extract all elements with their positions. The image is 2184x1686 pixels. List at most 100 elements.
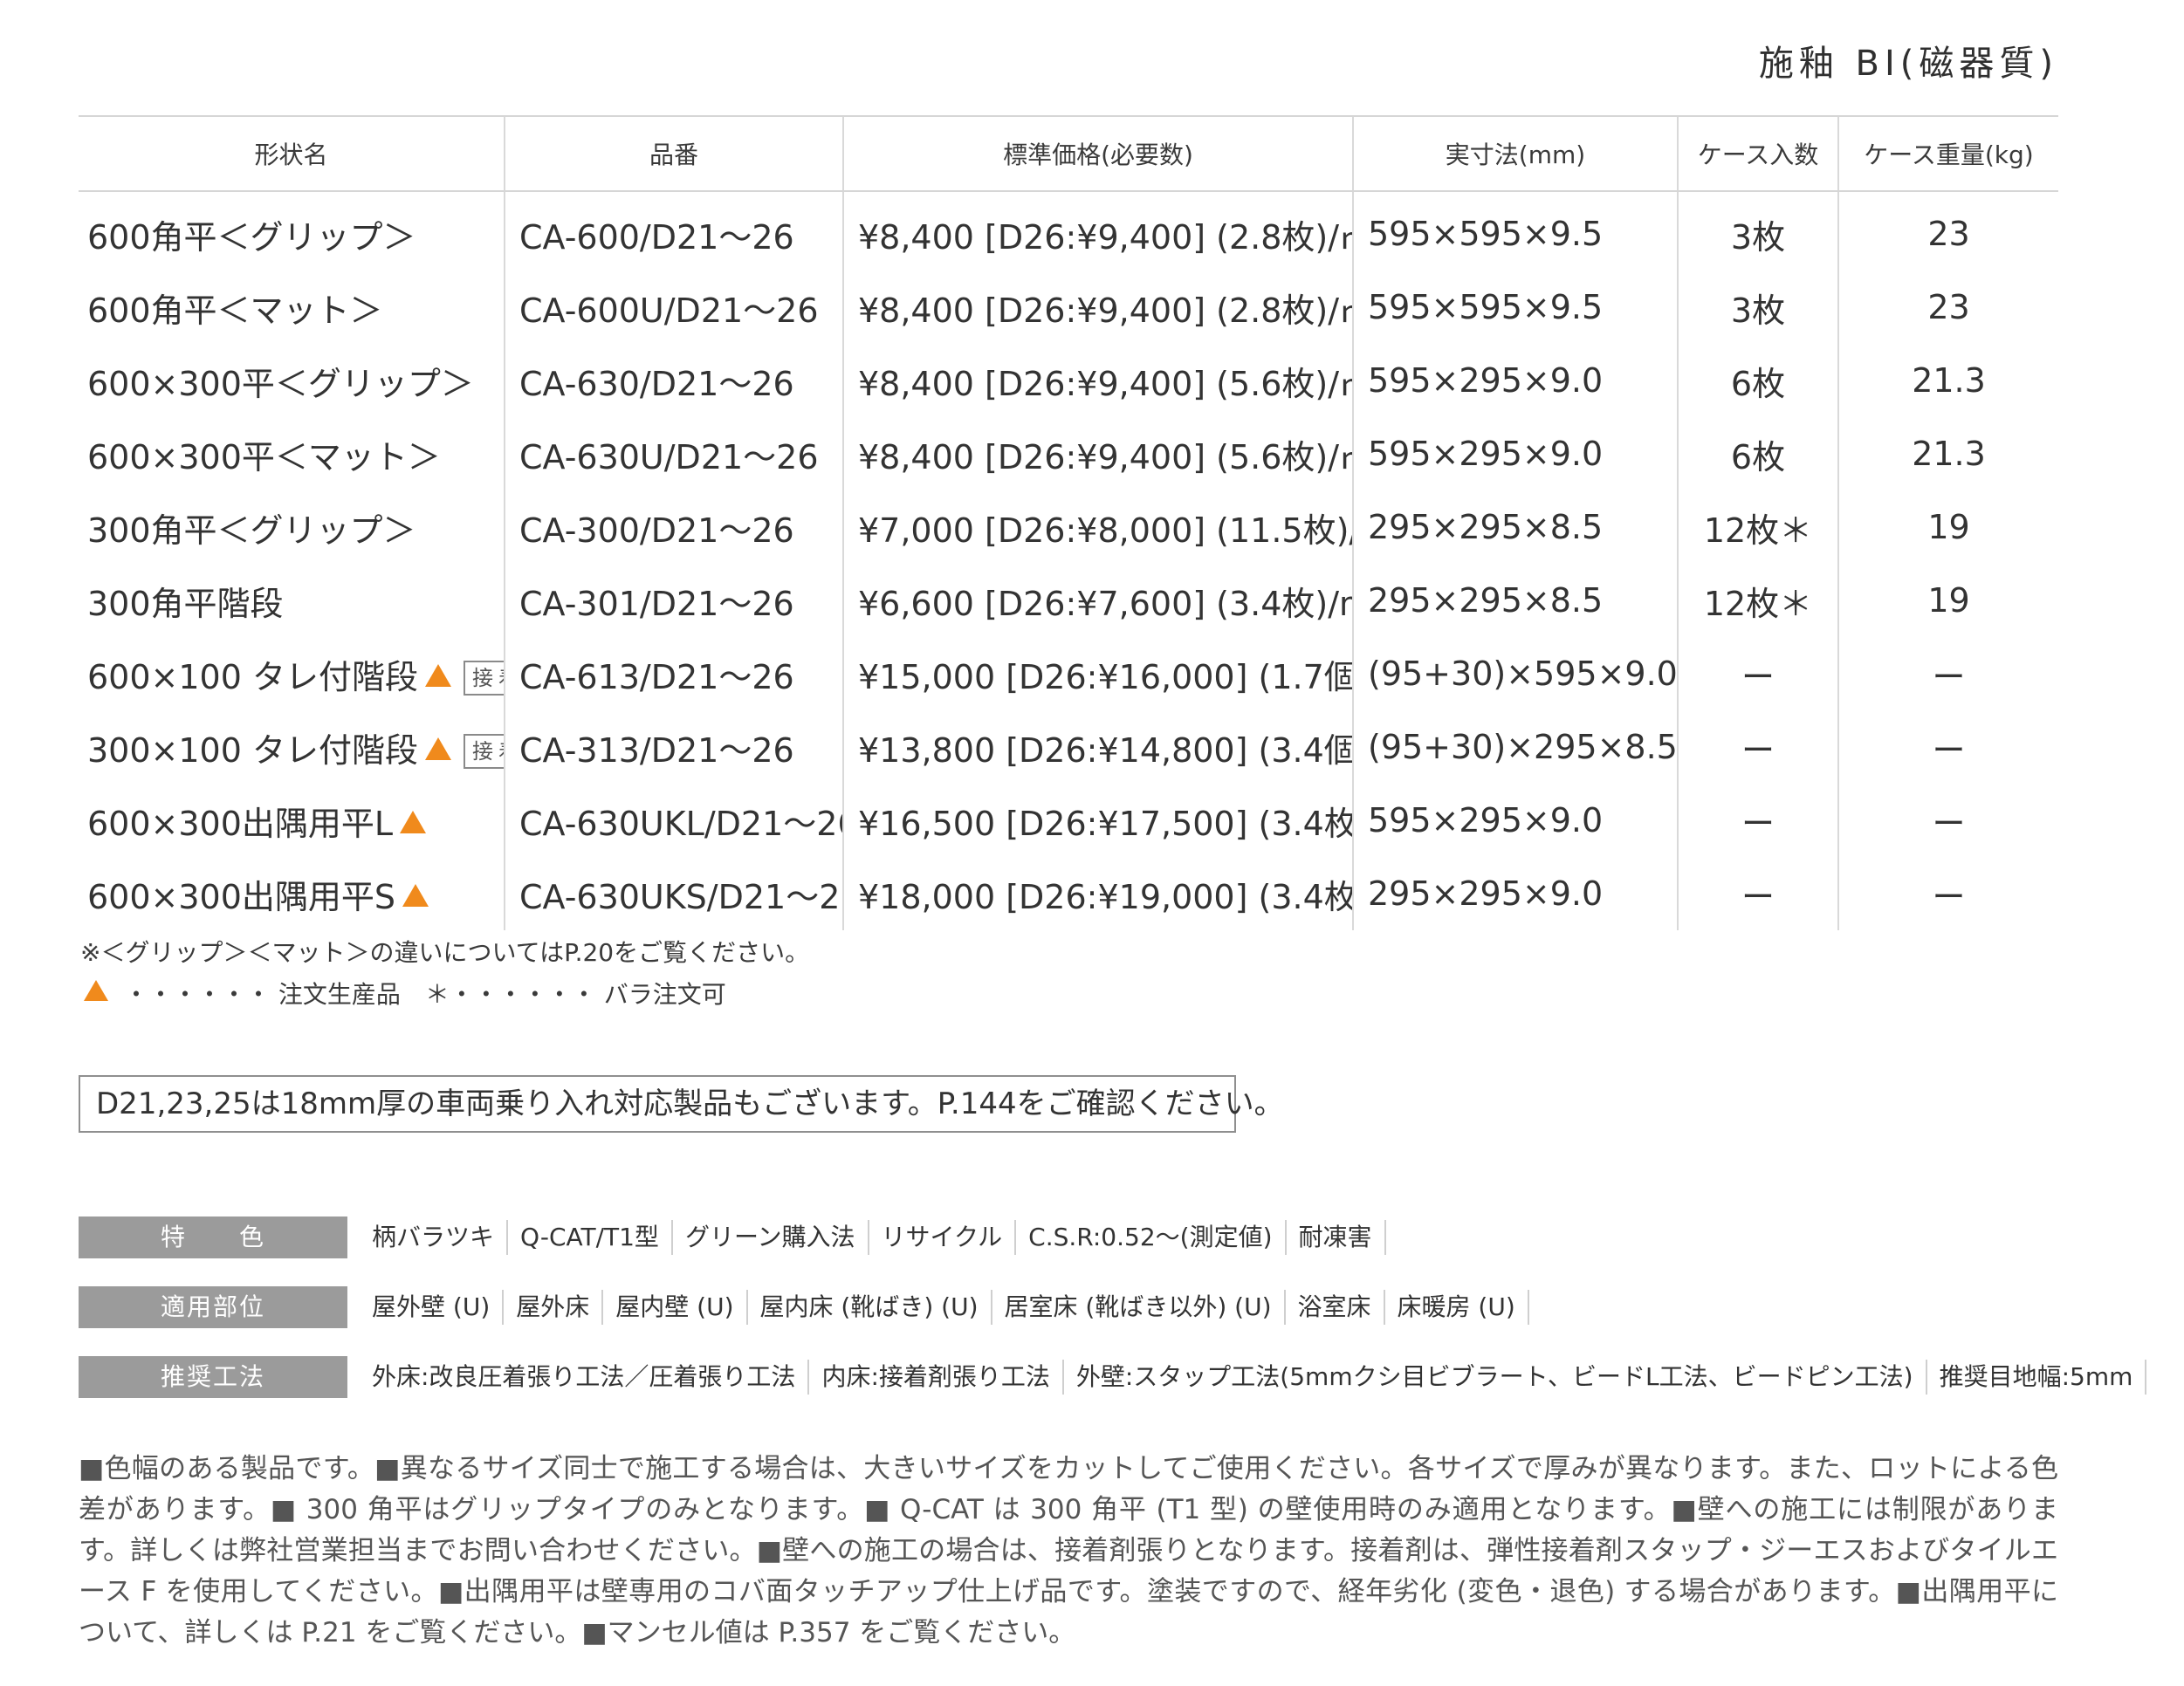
dimension-cell: (95+30)×295×8.5 (1352, 710, 1678, 784)
attribute-item: 屋内壁 (U) (603, 1290, 748, 1325)
case-quantity-cell: 12枚＊ (1677, 564, 1838, 637)
shape-name: 600×300出隅用平L (87, 804, 394, 843)
dimension-cell: 295×295×9.0 (1352, 857, 1678, 930)
features-row: 特 色柄バラツキ Q-CAT/T1型 グリーン購入法 リサイクル C.S.R:0.52〜… (79, 1217, 1386, 1258)
spec-table-container: 形状名 品番 標準価格(必要数) 実寸法(mm) ケース入数 ケース重量(kg)… (79, 115, 2058, 930)
product-code-cell: CA-313/D21〜26 (504, 710, 843, 784)
price-cell: ¥8,400 [D26:¥9,400] (5.6枚)/㎡ (842, 417, 1353, 490)
note-grip-matt: ※＜グリップ＞＜マット＞の違いについてはP.20をご覧ください。 (80, 938, 810, 967)
shape-name: 600×100 タレ付階段 (87, 657, 418, 696)
attribute-item: 床暖房 (U) (1385, 1290, 1529, 1325)
table-row: 600角平＜グリップ＞ CA-600/D21〜26 ¥8,400 [D26:¥9,4… (79, 191, 2058, 271)
attribute-item: 屋外壁 (U) (360, 1290, 505, 1325)
case-weight-cell: 21.3 (1837, 344, 2058, 417)
attribute-items: 柄バラツキ Q-CAT/T1型 グリーン購入法 リサイクル C.S.R:0.52〜(測定… (360, 1220, 1386, 1255)
shape-name-cell: 600×300平＜グリップ＞ (79, 344, 505, 417)
column-header: 品番 (504, 115, 843, 192)
table-row: 300×100 タレ付階段 接着CA-313/D21〜26¥13,800 [D26… (79, 710, 2058, 784)
product-code-cell: CA-301/D21〜26 (504, 564, 843, 637)
dimension-cell: 295×295×8.5 (1352, 564, 1678, 637)
attribute-item: 居室床 (靴ばき以外) (U) (992, 1290, 1286, 1325)
attribute-label: 適用部位 (79, 1286, 347, 1328)
price-cell: ¥8,400 [D26:¥9,400] (2.8枚)/㎡ (842, 191, 1353, 271)
vehicle-notice-box: D21,23,25は18mm厚の車両乗り入れ対応製品もございます。P.144をご… (79, 1075, 1284, 1133)
table-row: 300角平＜グリップ＞ CA-300/D21〜26 ¥7,000 [D26:¥8,0… (79, 490, 2058, 564)
case-weight-cell: 21.3 (1837, 417, 2058, 490)
column-header: ケース重量(kg) (1837, 115, 2058, 192)
attribute-item: 柄バラツキ (360, 1220, 509, 1255)
case-quantity-cell: ー (1677, 637, 1838, 710)
shape-name: 300角平＜グリップ＞ (87, 511, 416, 550)
attribute-item: 浴室床 (1286, 1290, 1385, 1325)
dimension-cell: 595×595×9.5 (1352, 191, 1678, 271)
shape-name: 600×300平＜グリップ＞ (87, 364, 474, 403)
attribute-item: リサイクル (869, 1220, 1017, 1255)
case-quantity-cell: ー (1677, 784, 1838, 857)
attribute-item: C.S.R:0.52〜(測定値) (1016, 1220, 1287, 1255)
table-row: 600×100 タレ付階段 接着CA-613/D21〜26¥15,000 [D26… (79, 637, 2058, 710)
case-quantity-cell: 3枚 (1677, 271, 1838, 344)
shape-name: 300×100 タレ付階段 (87, 730, 418, 770)
case-quantity-cell: 6枚 (1677, 344, 1838, 417)
case-weight-cell: ー (1837, 710, 2058, 784)
applicable-areas-row: 適用部位 屋外壁 (U) 屋外床 屋内壁 (U) 屋内床 (靴ばき) (U) 居室床 (靴… (79, 1286, 1529, 1328)
product-code-cell: CA-630UKS/D21〜26 (504, 857, 843, 930)
dimension-cell: 295×295×8.5 (1352, 490, 1678, 564)
table-header-row: 形状名 品番 標準価格(必要数) 実寸法(mm) ケース入数 ケース重量(kg) (79, 115, 2058, 192)
attribute-item: 推奨目地幅:5mm (1927, 1360, 2147, 1395)
table-row: 600×300出隅用平S CA-630UKS/D21〜26 ¥18,000 [D26… (79, 857, 2058, 930)
legend-text: ・・・・・・ 注文生産品 ＊・・・・・・ バラ注文可 (124, 980, 726, 1009)
price-cell: ¥8,400 [D26:¥9,400] (2.8枚)/㎡ (842, 271, 1353, 344)
case-quantity-cell: 6枚 (1677, 417, 1838, 490)
attribute-item: Q-CAT/T1型 (508, 1220, 673, 1255)
case-quantity-cell: ー (1677, 857, 1838, 930)
shape-name-cell: 600×300出隅用平S (79, 857, 505, 930)
dimension-cell: 595×295×9.0 (1352, 344, 1678, 417)
order-production-triangle-icon (402, 883, 429, 907)
price-cell: ¥15,000 [D26:¥16,000] (1.7個)/m (842, 637, 1353, 710)
adhesive-tag: 接着 (463, 660, 505, 696)
column-header: 実寸法(mm) (1352, 115, 1678, 192)
spec-table: 形状名 品番 標準価格(必要数) 実寸法(mm) ケース入数 ケース重量(kg)… (79, 115, 2058, 930)
attribute-item: 内床:接着剤張り工法 (809, 1360, 1064, 1395)
product-code-cell: CA-300/D21〜26 (504, 490, 843, 564)
attribute-label: 推奨工法 (79, 1356, 347, 1398)
price-cell: ¥6,600 [D26:¥7,600] (3.4枚)/m (842, 564, 1353, 637)
product-code-cell: CA-600U/D21〜26 (504, 271, 843, 344)
dimension-cell: (95+30)×595×9.0•9.5 (1352, 637, 1678, 710)
dimension-cell: 595×295×9.0 (1352, 417, 1678, 490)
page-title: 施釉 BI(磁器質) (1758, 44, 2058, 84)
dimension-cell: 595×595×9.5 (1352, 271, 1678, 344)
price-cell: ¥8,400 [D26:¥9,400] (5.6枚)/㎡ (842, 344, 1353, 417)
dimension-cell: 595×295×9.0 (1352, 784, 1678, 857)
product-code-cell: CA-630U/D21〜26 (504, 417, 843, 490)
column-header: 形状名 (79, 115, 505, 192)
column-header: ケース入数 (1677, 115, 1838, 192)
product-code-cell: CA-613/D21〜26 (504, 637, 843, 710)
product-code-cell: CA-630UKL/D21〜26 (504, 784, 843, 857)
shape-name: 600×300出隅用平S (87, 877, 396, 916)
case-weight-cell: 23 (1837, 271, 2058, 344)
attribute-item: 外床:改良圧着張り工法／圧着張り工法 (360, 1360, 810, 1395)
case-weight-cell: ー (1837, 857, 2058, 930)
shape-name-cell: 300角平階段 (79, 564, 505, 637)
order-production-triangle-icon (84, 980, 108, 1001)
table-row: 600×300平＜マット＞ CA-630U/D21〜26 ¥8,400 [D26:¥… (79, 417, 2058, 490)
shape-name-cell: 600×100 タレ付階段 接着 (79, 637, 505, 710)
price-cell: ¥7,000 [D26:¥8,000] (11.5枚)/㎡ (842, 490, 1353, 564)
note-legend: ・・・・・・ 注文生産品 ＊・・・・・・ バラ注文可 (84, 976, 726, 1011)
price-cell: ¥18,000 [D26:¥19,000] (3.4枚)/m (842, 857, 1353, 930)
case-weight-cell: ー (1837, 637, 2058, 710)
footer-notes: ■色幅のある製品です。■異なるサイズ同士で施工する場合は、大きいサイズをカットし… (79, 1453, 2058, 1648)
attribute-item: 屋外床 (504, 1290, 604, 1325)
shape-name: 600角平＜マット＞ (87, 291, 383, 330)
shape-name: 300角平階段 (87, 584, 284, 623)
case-quantity-cell: 3枚 (1677, 191, 1838, 271)
attribute-items: 外床:改良圧着張り工法／圧着張り工法 内床:接着剤張り工法 外壁:スタップ工法(5m… (360, 1360, 2147, 1395)
adhesive-tag: 接着 (463, 733, 505, 769)
product-code-cell: CA-630/D21〜26 (504, 344, 843, 417)
shape-name-cell: 600×300出隅用平L (79, 784, 505, 857)
attribute-item: 外壁:スタップ工法(5mmクシ目ビブラート、ビードL工法、ビードピン工法) (1064, 1360, 1927, 1395)
order-production-triangle-icon (400, 810, 427, 833)
shape-name-cell: 600角平＜マット＞ (79, 271, 505, 344)
